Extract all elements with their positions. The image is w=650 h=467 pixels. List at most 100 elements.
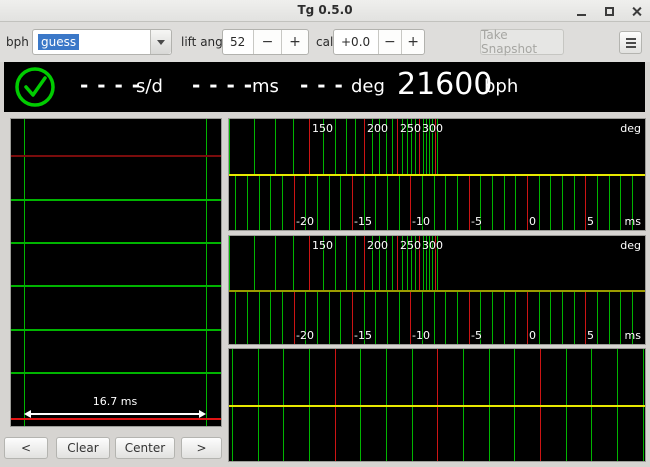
bph-label: bph — [6, 35, 29, 49]
ms-tick — [469, 291, 470, 344]
beat-width-arrow — [28, 413, 202, 415]
bph-input[interactable]: guess — [33, 30, 150, 54]
beat-width-label: 16.7 ms — [92, 395, 138, 408]
ms-tick — [352, 175, 353, 230]
ms-tick — [329, 175, 330, 230]
grid-line — [11, 155, 221, 157]
ms-tick — [457, 175, 458, 230]
ms-tick — [399, 291, 400, 344]
ms-tick — [282, 175, 283, 230]
ms-tick — [445, 291, 446, 344]
ms-tick — [597, 291, 598, 344]
hamburger-menu-icon — [625, 37, 636, 48]
amplitude-value: - - - — [300, 73, 344, 97]
grid-line — [11, 285, 221, 287]
ms-tick — [492, 175, 493, 230]
scroll-left-button[interactable]: < — [4, 437, 48, 459]
rate-unit: s/d — [136, 76, 163, 97]
ms-tick-label: -20 — [296, 215, 314, 228]
ms-tick-label: -5 — [471, 215, 482, 228]
ms-tick — [247, 291, 248, 344]
ms-tick — [609, 291, 610, 344]
ms-tick — [434, 291, 435, 344]
ms-tick — [259, 291, 260, 344]
divider-line — [229, 174, 645, 176]
ms-tick — [282, 291, 283, 344]
ms-tick — [294, 175, 295, 230]
ms-tick — [352, 291, 353, 344]
ms-tick — [317, 175, 318, 230]
ms-tick — [515, 291, 516, 344]
ms-tick — [259, 175, 260, 230]
ms-tick — [620, 291, 621, 344]
ms-tick — [235, 291, 236, 344]
ms-tick — [399, 175, 400, 230]
amplitude-tick — [397, 236, 398, 291]
scroll-right-button[interactable]: > — [181, 437, 222, 459]
ms-tick — [585, 175, 586, 230]
amplitude-tick-label: 300 — [422, 239, 443, 252]
cal-value[interactable]: +0.0 — [334, 30, 378, 54]
center-button[interactable]: Center — [115, 437, 175, 459]
maximize-button[interactable] — [602, 4, 616, 18]
bph-display-value: 21600 — [397, 67, 493, 102]
ms-tick — [562, 291, 563, 344]
ms-tick-label: -15 — [354, 329, 372, 342]
ms-tick — [562, 175, 563, 230]
amplitude-tick — [335, 119, 336, 175]
minimize-icon — [576, 13, 586, 16]
ms-tick — [294, 291, 295, 344]
ms-tick — [445, 175, 446, 230]
grid-line — [11, 199, 221, 201]
ms-tick — [410, 175, 411, 230]
amplitude-tick-label: 250 — [400, 122, 421, 135]
toolbar: bph guess lift angle 52 − + cal +0.0 − +… — [0, 22, 650, 62]
ms-tick-label: 5 — [587, 329, 594, 342]
ms-tick — [247, 175, 248, 230]
lift-angle-value[interactable]: 52 — [223, 30, 253, 54]
paperstrip-panel: 16.7 ms — [10, 118, 222, 427]
amplitude-tick-label: 200 — [367, 122, 388, 135]
ms-unit-label: ms — [624, 215, 641, 228]
minimize-button[interactable] — [574, 4, 588, 18]
ms-tick-label: 5 — [587, 215, 594, 228]
amplitude-tick-label: 300 — [422, 122, 443, 135]
divider-line — [229, 290, 645, 292]
grid-line — [11, 242, 221, 244]
amplitude-tick-label: 150 — [312, 239, 333, 252]
ms-tick — [317, 291, 318, 344]
divider-line — [229, 405, 645, 407]
beat-panel — [228, 348, 646, 462]
take-snapshot-button[interactable]: Take Snapshot — [480, 28, 564, 56]
ms-tick-label: -5 — [471, 329, 482, 342]
ms-tick — [504, 175, 505, 230]
menu-button[interactable] — [619, 31, 642, 54]
cal-spinbox: +0.0 − + — [333, 29, 425, 55]
amplitude-tick — [335, 236, 336, 291]
lift-angle-spinbox: 52 − + — [222, 29, 309, 55]
ms-tick — [457, 291, 458, 344]
amplitude-tick — [346, 119, 347, 175]
bph-combobox[interactable]: guess — [32, 29, 172, 55]
clear-button[interactable]: Clear — [56, 437, 110, 459]
amplitude-tick — [275, 236, 276, 291]
lift-angle-increment-button[interactable]: + — [281, 30, 308, 54]
amplitude-tick-label: 200 — [367, 239, 388, 252]
amplitude-tick — [392, 119, 393, 175]
bph-dropdown-button[interactable] — [150, 30, 171, 54]
ms-tick — [340, 175, 341, 230]
ms-tick-label: 0 — [529, 329, 536, 342]
amplitude-tick — [309, 119, 310, 175]
cal-decrement-button[interactable]: − — [377, 30, 402, 54]
lift-angle-decrement-button[interactable]: − — [253, 30, 281, 54]
amplitude-tick — [355, 119, 356, 175]
amplitude-tick — [254, 236, 255, 291]
beat-trace-line — [24, 119, 25, 426]
window-controls — [574, 0, 644, 22]
ms-unit-label: ms — [624, 329, 641, 342]
close-button[interactable] — [630, 4, 644, 18]
amplitude-tick — [229, 236, 230, 291]
deg-unit-label: deg — [620, 122, 641, 135]
amplitude-tick — [397, 119, 398, 175]
cal-increment-button[interactable]: + — [401, 30, 424, 54]
